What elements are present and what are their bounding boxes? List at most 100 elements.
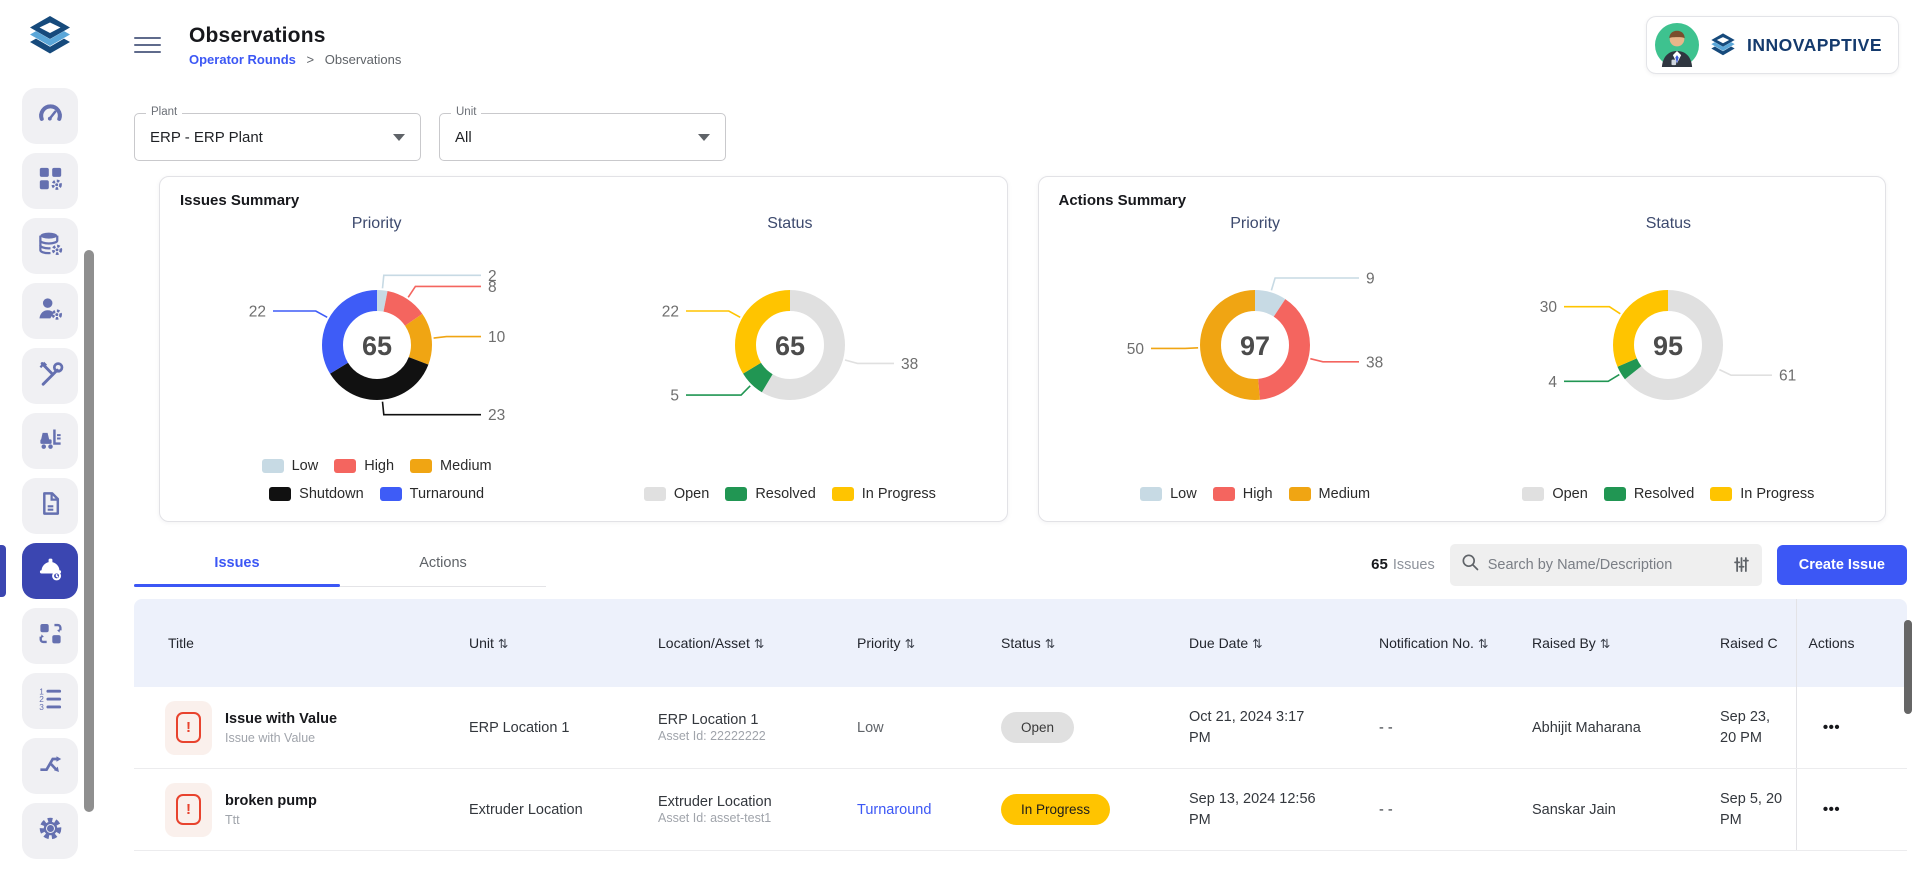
- donut-label: 30: [1540, 299, 1558, 316]
- sidebar-item-user-management[interactable]: [22, 283, 78, 339]
- row-actions-menu-icon[interactable]: •••: [1823, 719, 1840, 736]
- account-brand-box[interactable]: INNOVAPPTIVE: [1646, 16, 1899, 74]
- column-header-raised-by[interactable]: Raised By⇅: [1532, 632, 1720, 654]
- legend-item[interactable]: Medium: [410, 458, 492, 474]
- donut-label: 23: [488, 407, 505, 424]
- legend-item[interactable]: In Progress: [1710, 486, 1814, 502]
- issues-status-chart: Status3852265OpenResolvedIn Progress: [583, 209, 996, 508]
- legend-swatch: [644, 487, 666, 501]
- legend-label: High: [1243, 486, 1273, 502]
- menu-icon[interactable]: [134, 37, 161, 54]
- legend-item[interactable]: In Progress: [832, 486, 936, 502]
- issues-priority-chart: Priority2810232265LowHighMediumShutdownT…: [170, 209, 583, 508]
- tab-issues[interactable]: Issues: [134, 542, 340, 586]
- legend-item[interactable]: Resolved: [1604, 486, 1694, 502]
- table-row[interactable]: !Issue with ValueIssue with ValueERP Loc…: [134, 687, 1907, 769]
- split-arrows-icon: [37, 750, 64, 782]
- sort-icon[interactable]: ⇅: [754, 636, 764, 651]
- cell-notification-no: - -: [1379, 802, 1532, 818]
- card-title: Actions Summary: [1059, 192, 1876, 209]
- legend-swatch: [1522, 487, 1544, 501]
- sidebar-item-documents[interactable]: [22, 478, 78, 534]
- page-scrollbar[interactable]: [1904, 620, 1912, 714]
- legend-label: In Progress: [1740, 486, 1814, 502]
- chart-title: Status: [1646, 215, 1691, 233]
- column-header-notification-no[interactable]: Notification No.⇅: [1379, 632, 1532, 654]
- forklift-icon: [37, 425, 64, 457]
- legend-item[interactable]: Open: [1522, 486, 1587, 502]
- breadcrumb-parent-link[interactable]: Operator Rounds: [189, 52, 296, 67]
- create-issue-button[interactable]: Create Issue: [1777, 545, 1907, 585]
- avatar[interactable]: [1655, 23, 1699, 67]
- cell-priority[interactable]: Turnaround: [857, 802, 931, 818]
- legend-item[interactable]: Turnaround: [380, 486, 484, 502]
- sort-icon[interactable]: ⇅: [1600, 636, 1610, 651]
- sort-icon[interactable]: ⇅: [1045, 636, 1055, 651]
- sidebar-item-workflow[interactable]: [22, 738, 78, 794]
- issue-title: Issue with Value: [225, 711, 337, 727]
- apps-gear-icon: [37, 165, 64, 197]
- donut-label: 4: [1549, 374, 1558, 391]
- sort-icon[interactable]: ⇅: [905, 636, 915, 651]
- column-header-location-asset[interactable]: Location/Asset⇅: [658, 632, 857, 654]
- innovapptive-logo-icon: [1708, 31, 1738, 59]
- legend-swatch: [269, 487, 291, 501]
- record-count-value: 65: [1371, 556, 1388, 573]
- breadcrumb-separator: >: [307, 52, 315, 67]
- filter-tune-icon[interactable]: [1731, 554, 1752, 575]
- column-header-priority[interactable]: Priority⇅: [857, 632, 1001, 654]
- status-badge: In Progress: [1001, 794, 1110, 825]
- search-input[interactable]: [1488, 557, 1723, 573]
- legend-item[interactable]: Medium: [1289, 486, 1371, 502]
- chart-legend: Low High Medium Shutdown Turnaround: [217, 458, 537, 508]
- actions-priority-chart: Priority9385097LowHighMedium: [1049, 209, 1462, 508]
- chevron-down-icon: [393, 134, 405, 141]
- sort-icon[interactable]: ⇅: [1478, 636, 1488, 651]
- plant-select[interactable]: Plant ERP - ERP Plant: [134, 113, 421, 161]
- sidebar-item-checklist[interactable]: 123: [22, 673, 78, 729]
- donut-label: 22: [662, 304, 679, 321]
- legend-item[interactable]: High: [334, 458, 394, 474]
- app-root: 123 Observations Operator Rounds > Obser…: [0, 0, 1913, 873]
- alert-icon: !: [165, 783, 212, 837]
- actions-status-chart: Status6143095OpenResolvedIn Progress: [1462, 209, 1875, 508]
- cell-notification-no: - -: [1379, 720, 1532, 736]
- sidebar-item-swap[interactable]: [22, 608, 78, 664]
- chart-title: Priority: [1230, 215, 1280, 233]
- legend-swatch: [334, 459, 356, 473]
- column-header-due-date[interactable]: Due Date⇅: [1189, 632, 1379, 654]
- legend-swatch: [1289, 487, 1311, 501]
- sidebar-item-dashboard[interactable]: [22, 88, 78, 144]
- sort-icon[interactable]: ⇅: [498, 636, 508, 651]
- sort-icon[interactable]: ⇅: [1252, 636, 1262, 651]
- legend-item[interactable]: Low: [262, 458, 319, 474]
- row-actions-menu-icon[interactable]: •••: [1823, 801, 1840, 818]
- table-header-row: TitleUnit⇅Location/Asset⇅Priority⇅Status…: [134, 599, 1907, 687]
- unit-select[interactable]: Unit All: [439, 113, 726, 161]
- legend-item[interactable]: Shutdown: [269, 486, 364, 502]
- swap-icon: [37, 620, 64, 652]
- user-gear-icon: [37, 295, 64, 327]
- sidebar-item-tools[interactable]: [22, 348, 78, 404]
- sidebar-item-operator-rounds[interactable]: [22, 543, 78, 599]
- sidebar-scrollbar[interactable]: [84, 250, 94, 812]
- column-header-unit[interactable]: Unit⇅: [469, 632, 658, 654]
- sidebar-item-settings[interactable]: [22, 803, 78, 859]
- search-box: [1450, 544, 1762, 586]
- issue-subtitle: Issue with Value: [225, 731, 337, 745]
- donut-label: 61: [1779, 368, 1796, 385]
- table-row[interactable]: !broken pumpTttExtruder LocationExtruder…: [134, 769, 1907, 851]
- cell-raised-by: Abhijit Maharana: [1532, 720, 1720, 736]
- legend-item[interactable]: Low: [1140, 486, 1197, 502]
- cell-due-date: Oct 21, 2024 3:17 PM: [1189, 707, 1324, 748]
- chart-title: Priority: [352, 215, 402, 233]
- tab-actions[interactable]: Actions: [340, 542, 546, 586]
- legend-item[interactable]: Open: [644, 486, 709, 502]
- sidebar-item-apps-config[interactable]: [22, 153, 78, 209]
- legend-item[interactable]: Resolved: [725, 486, 815, 502]
- column-header-status[interactable]: Status⇅: [1001, 632, 1189, 654]
- sidebar-item-data-config[interactable]: [22, 218, 78, 274]
- brand-name: INNOVAPPTIVE: [1747, 35, 1882, 56]
- legend-item[interactable]: High: [1213, 486, 1273, 502]
- sidebar-item-forklift[interactable]: [22, 413, 78, 469]
